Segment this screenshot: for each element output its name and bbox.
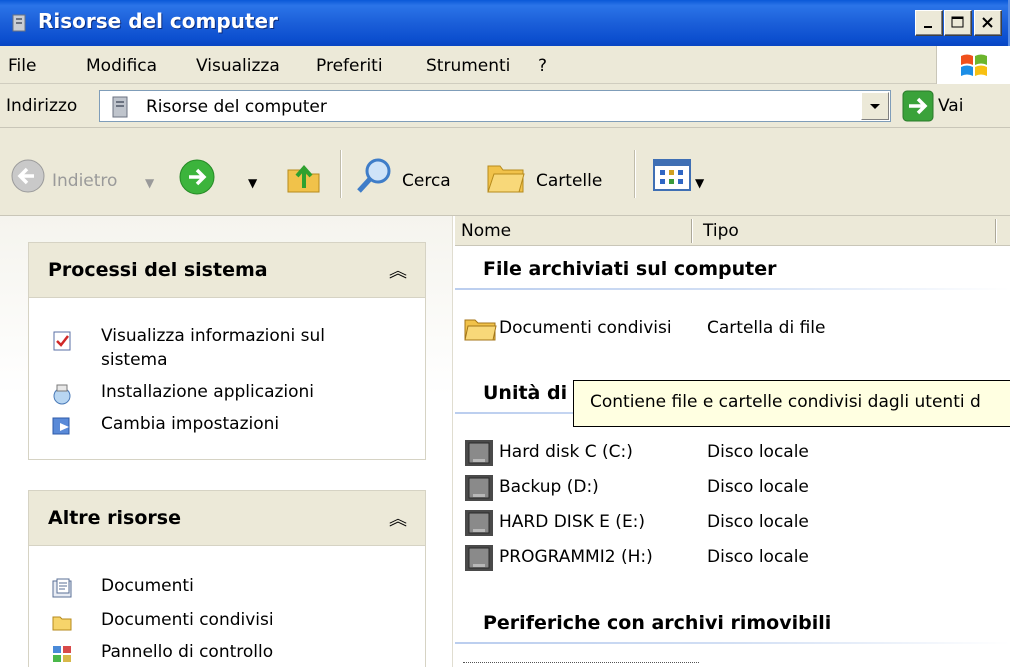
address-value: Risorse del computer [146, 97, 327, 117]
change-settings-icon [52, 417, 70, 435]
menu-strumenti[interactable]: Strumenti [426, 56, 510, 76]
column-type[interactable]: Tipo [703, 221, 739, 241]
collapse-icon[interactable]: ︽ [389, 257, 407, 283]
maximize-button[interactable] [944, 10, 972, 36]
column-divider[interactable] [691, 219, 693, 243]
item-name: Documenti condivisi [499, 318, 672, 338]
views-icon[interactable] [652, 158, 692, 192]
search-icon[interactable] [354, 156, 394, 196]
menu-bar: File Modifica Visualizza Preferiti Strum… [0, 46, 1010, 84]
address-bar: Indirizzo Risorse del computer Vai [0, 84, 1010, 128]
back-dropdown-icon[interactable]: ▼ [145, 176, 154, 190]
go-arrow-icon[interactable] [902, 90, 934, 122]
column-divider[interactable] [995, 219, 997, 243]
item-name: Backup (D:) [499, 477, 599, 497]
windows-logo [936, 46, 1010, 84]
toolbar-separator [340, 150, 342, 198]
link-control-panel[interactable]: Pannello di controllo [101, 641, 273, 663]
link-system-info[interactable]: Visualizza informazioni sul [101, 325, 325, 347]
item-type: Disco locale [707, 477, 809, 497]
chevron-down-icon [870, 104, 880, 109]
back-button[interactable]: Indietro [52, 171, 117, 191]
file-list: Nome Tipo File archiviati sul computer D… [455, 216, 1010, 667]
hard-disk-icon [465, 510, 493, 536]
list-item[interactable] [463, 662, 699, 667]
computer-icon [112, 96, 128, 118]
forward-dropdown-icon[interactable]: ▼ [248, 176, 257, 190]
group-removable-title: Periferiche con archivi rimovibili [483, 612, 832, 634]
menu-file[interactable]: File [8, 56, 36, 76]
shared-folder-icon [464, 319, 497, 341]
my-documents-icon [52, 578, 72, 598]
address-label: Indirizzo [6, 96, 78, 116]
system-info-icon [53, 331, 71, 351]
other-places-box: Altre risorse ︽ Documenti Documenti cond… [28, 490, 426, 667]
item-name: Hard disk C (C:) [499, 442, 633, 462]
close-button[interactable] [974, 10, 1002, 36]
link-add-remove-programs[interactable]: Installazione applicazioni [101, 381, 314, 403]
tooltip: Contiene file e cartelle condivisi dagli… [573, 380, 1010, 427]
go-button[interactable]: Vai [938, 96, 963, 116]
group-files-title: File archiviati sul computer [483, 258, 777, 280]
item-name: HARD DISK E (E:) [499, 512, 646, 532]
menu-preferiti[interactable]: Preferiti [316, 56, 383, 76]
system-tasks-title: Processi del sistema [48, 259, 268, 281]
list-item[interactable]: HARD DISK E (E:) Disco locale [455, 506, 1010, 540]
collapse-icon[interactable]: ︽ [389, 505, 407, 531]
list-item[interactable]: Documenti condivisi Cartella di file [455, 312, 1010, 346]
item-type: Disco locale [707, 512, 809, 532]
link-shared-documents[interactable]: Documenti condivisi [101, 609, 274, 631]
folders-icon[interactable] [484, 156, 528, 196]
computer-icon [12, 14, 26, 32]
shared-folder-icon [52, 616, 72, 631]
group-drives-title: Unità di [483, 382, 568, 404]
link-documents[interactable]: Documenti [101, 575, 194, 597]
add-remove-programs-icon [53, 384, 71, 405]
folders-button[interactable]: Cartelle [536, 171, 602, 191]
hard-disk-icon [465, 475, 493, 501]
item-type: Disco locale [707, 547, 809, 567]
menu-help[interactable]: ? [538, 56, 547, 76]
link-change-settings[interactable]: Cambia impostazioni [101, 413, 279, 435]
column-name[interactable]: Nome [461, 221, 511, 241]
windows-flag-icon [961, 54, 987, 76]
minimize-button[interactable] [915, 10, 943, 36]
title-bar[interactable]: Risorse del computer [0, 0, 1010, 46]
address-dropdown-button[interactable] [861, 92, 889, 120]
other-places-header[interactable]: Altre risorse ︽ [29, 491, 425, 546]
link-system-info-cont[interactable]: sistema [101, 349, 168, 371]
toolbar: Indietro ▼ ▼ Cerca Cartelle ▼ [0, 128, 1010, 216]
search-button[interactable]: Cerca [402, 171, 451, 191]
address-input[interactable]: Risorse del computer [99, 90, 891, 122]
toolbar-separator [634, 150, 636, 198]
item-type: Cartella di file [707, 318, 826, 338]
menu-modifica[interactable]: Modifica [86, 56, 157, 76]
group-divider [455, 288, 1010, 290]
list-item[interactable]: Hard disk C (C:) Disco locale [455, 436, 1010, 470]
task-panel: Processi del sistema ︽ Visualizza inform… [0, 216, 453, 667]
back-arrow-icon[interactable] [10, 158, 46, 194]
item-type: Disco locale [707, 442, 809, 462]
forward-arrow-icon[interactable] [178, 158, 216, 196]
menu-visualizza[interactable]: Visualizza [196, 56, 280, 76]
system-tasks-header[interactable]: Processi del sistema ︽ [29, 243, 425, 298]
system-tasks-box: Processi del sistema ︽ Visualizza inform… [28, 242, 426, 460]
hard-disk-icon [465, 545, 493, 571]
hard-disk-icon [465, 440, 493, 466]
views-dropdown-icon[interactable]: ▼ [695, 176, 704, 190]
group-divider [455, 642, 1010, 644]
column-header: Nome Tipo [455, 216, 1010, 246]
list-item[interactable]: Backup (D:) Disco locale [455, 471, 1010, 505]
folder-up-icon[interactable] [284, 156, 324, 196]
window-title: Risorse del computer [38, 9, 278, 33]
item-name: PROGRAMMI2 (H:) [499, 547, 653, 567]
list-item[interactable]: PROGRAMMI2 (H:) Disco locale [455, 541, 1010, 575]
other-places-title: Altre risorse [48, 507, 181, 529]
control-panel-icon [53, 646, 71, 662]
